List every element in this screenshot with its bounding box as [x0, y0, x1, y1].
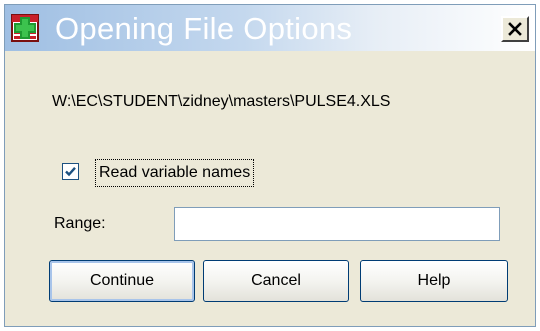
read-variable-names-checkbox[interactable] — [62, 163, 79, 180]
title-bar[interactable]: Opening File Options — [5, 5, 535, 51]
read-variable-names-label[interactable]: Read variable names — [95, 159, 255, 187]
file-path-label: W:\EC\STUDENT\zidney\masters\PULSE4.XLS — [52, 93, 391, 110]
range-input[interactable] — [174, 207, 500, 241]
spreadsheet-grid-icon — [11, 14, 39, 42]
help-button[interactable]: Help — [360, 260, 508, 302]
range-label: Range: — [54, 215, 106, 232]
close-icon — [508, 22, 522, 36]
cancel-button[interactable]: Cancel — [203, 260, 349, 302]
window-title: Opening File Options — [55, 11, 353, 46]
continue-button[interactable]: Continue — [49, 260, 195, 302]
checkmark-icon — [65, 166, 76, 177]
close-button[interactable] — [501, 16, 529, 42]
opening-file-options-dialog: Opening File Options W:\EC\STUDENT\zidne… — [4, 4, 536, 327]
